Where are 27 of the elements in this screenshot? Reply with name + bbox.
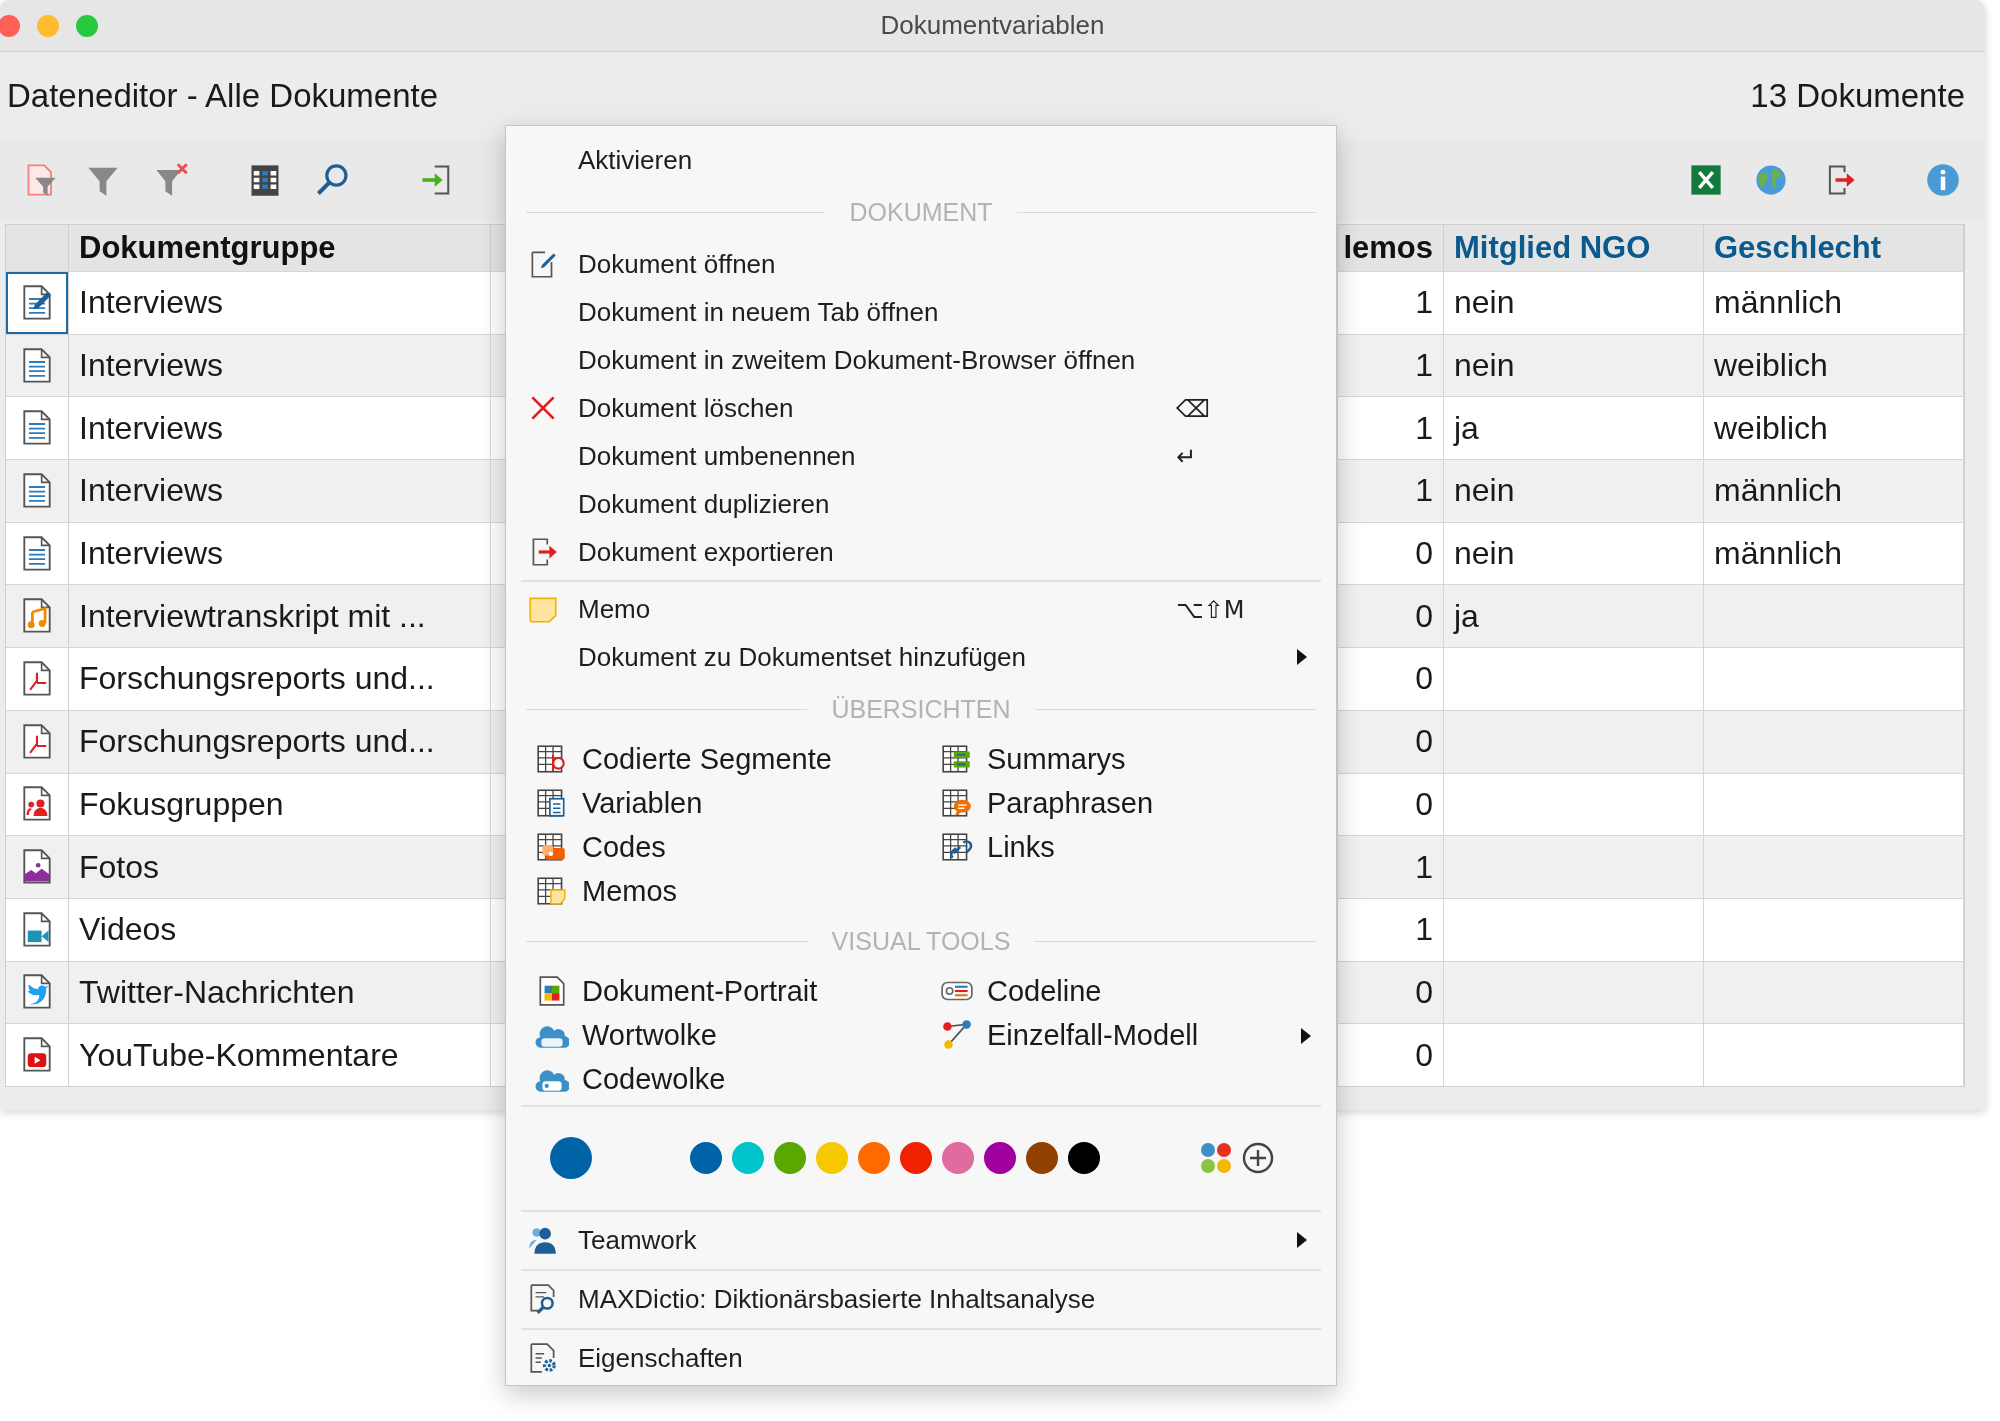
table-cell: 1 bbox=[1338, 898, 1444, 961]
table-cell: Interviews bbox=[69, 460, 491, 522]
section-heading: VISUAL TOOLS bbox=[831, 926, 1011, 956]
table-cell: Forschungsreports und... bbox=[69, 710, 491, 773]
table-cell: nein bbox=[1444, 272, 1704, 334]
table-cell: 1 bbox=[1338, 836, 1444, 898]
table-cell: Fotos bbox=[69, 836, 491, 898]
table-cell: Videos bbox=[69, 898, 491, 961]
shortcut-label: ⌥⇧M bbox=[1176, 595, 1245, 624]
table-cell: YouTube-Kommentare bbox=[69, 1024, 491, 1086]
table-cell: Interviews bbox=[69, 272, 491, 334]
section-heading: ÜBERSICHTEN bbox=[831, 694, 1011, 724]
document-count: 13 Dokumente bbox=[1750, 77, 1965, 115]
table-cell: 0 bbox=[1338, 1024, 1444, 1086]
table-cell: nein bbox=[1444, 460, 1704, 522]
table-cell: männlich bbox=[1704, 272, 1964, 334]
table-cell: Forschungsreports und... bbox=[69, 648, 491, 710]
table-cell: 1 bbox=[1338, 272, 1444, 334]
table-cell: 1 bbox=[1338, 460, 1444, 522]
section-heading: DOKUMENT bbox=[849, 197, 993, 227]
table-cell: 0 bbox=[1338, 648, 1444, 710]
table-cell: männlich bbox=[1704, 460, 1964, 522]
window-title: Dokumentvariablen bbox=[880, 10, 1105, 41]
shortcut-label: ↵ bbox=[1176, 442, 1197, 471]
shortcut-label: ⌫ bbox=[1176, 394, 1210, 423]
editor-title: Dateneditor - Alle Dokumente bbox=[7, 77, 439, 115]
table-cell: 0 bbox=[1338, 710, 1444, 773]
